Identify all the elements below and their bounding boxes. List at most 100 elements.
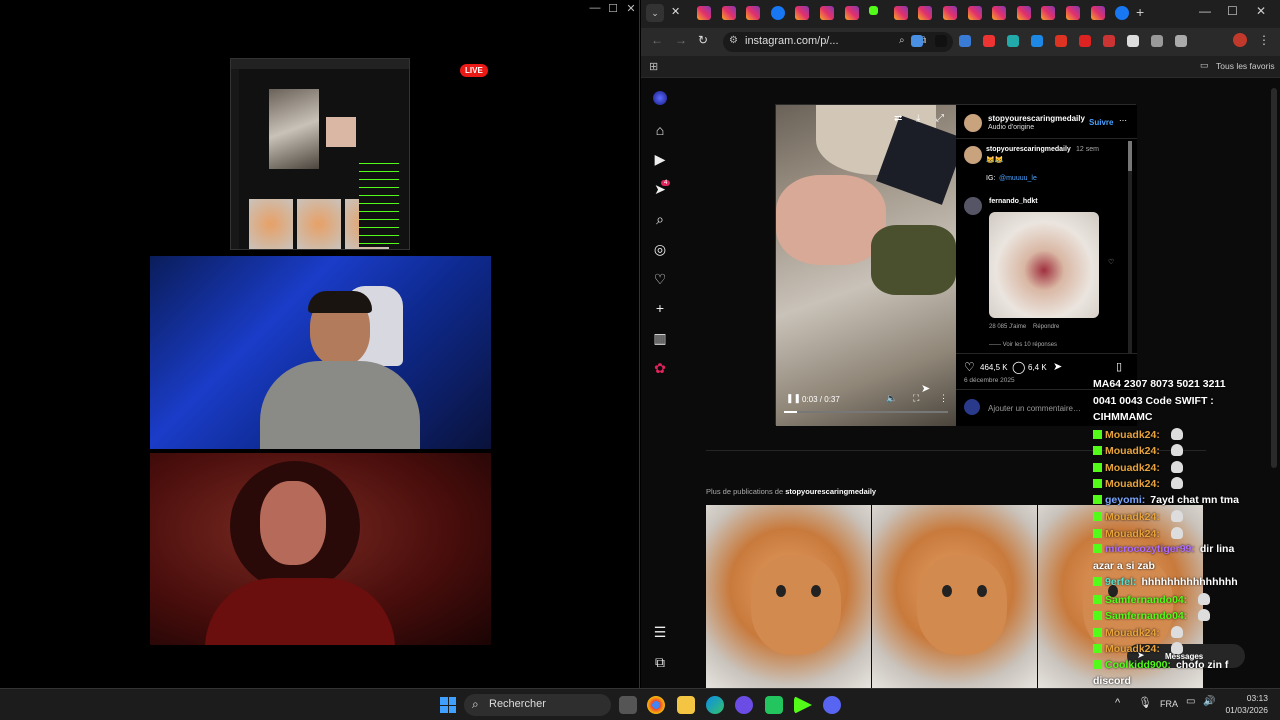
heart-icon[interactable]: ♡ [651, 270, 669, 288]
instagram-tab-icon[interactable] [795, 6, 810, 20]
edge-icon[interactable] [706, 696, 724, 714]
audio-label[interactable]: Audio d'origine [988, 124, 1034, 131]
instagram-tab-icon[interactable] [1016, 6, 1031, 20]
kick-icon[interactable] [794, 696, 812, 714]
ig-handle-link[interactable]: @muuuu_le [999, 175, 1037, 182]
avatar[interactable] [964, 146, 982, 164]
share-icon[interactable]: ➤ [1053, 360, 1062, 373]
instagram-tab-icon[interactable] [918, 6, 933, 20]
extension-icon[interactable] [935, 35, 947, 47]
app-icon[interactable] [765, 696, 783, 714]
open-external-icon[interactable]: ⤢ [936, 113, 944, 124]
all-bookmarks[interactable]: Tous les favoris [1216, 61, 1275, 71]
home-icon[interactable]: ⌂ [651, 121, 669, 139]
maximize-icon[interactable]: ☐ [1227, 4, 1238, 18]
instagram-tab-icon[interactable] [721, 6, 736, 20]
reels-icon[interactable]: ▶ [651, 150, 669, 168]
chat-username[interactable]: microcozytiger99: [1105, 543, 1195, 555]
extension-icon[interactable] [983, 35, 995, 47]
forward-icon[interactable]: → [675, 33, 687, 47]
post-username[interactable]: stopyourescaringmedaily [988, 114, 1085, 123]
post-thumbnail[interactable] [706, 505, 871, 688]
file-explorer-icon[interactable] [677, 696, 695, 714]
language-indicator[interactable]: FRA [1160, 699, 1178, 709]
instagram-tab-icon[interactable] [967, 6, 982, 20]
minimize-icon[interactable]: — [1199, 4, 1211, 18]
add-comment-input[interactable]: Ajouter un commentaire… [988, 404, 1081, 413]
view-replies[interactable]: —— Voir les 10 réponses [989, 342, 1057, 348]
kick-tab-icon[interactable] [869, 6, 879, 15]
video-menu-icon[interactable]: ⋮ [939, 393, 948, 404]
more-options-icon[interactable]: ⋯ [1119, 116, 1127, 125]
extension-icon[interactable] [1007, 35, 1019, 47]
close-icon[interactable]: ✕ [622, 2, 640, 15]
facebook-tab-icon[interactable] [1115, 6, 1130, 20]
comment-icon[interactable]: ◯ [1012, 360, 1025, 374]
start-icon[interactable] [440, 697, 456, 713]
reply-button[interactable]: Répondre [1033, 324, 1059, 330]
taskbar-search[interactable]: ⌕ Rechercher [464, 694, 611, 716]
extension-icon[interactable] [1175, 35, 1187, 47]
chat-username[interactable]: Mouadk24: [1105, 445, 1160, 457]
chat-username[interactable]: Mouadk24: [1105, 478, 1160, 490]
follow-button[interactable]: Suivre [1089, 118, 1113, 127]
meta-ai-icon[interactable]: ✿ [651, 359, 669, 377]
zoom-icon[interactable]: ⌕ [899, 35, 905, 46]
post-thumbnail[interactable] [872, 505, 1037, 688]
fullscreen-icon[interactable]: ⛶ [913, 393, 919, 404]
explore-icon[interactable]: ◎ [651, 240, 669, 258]
instagram-tab-icon[interactable] [746, 6, 761, 20]
likes-count[interactable]: 464,5 K [980, 363, 1008, 372]
post-video[interactable]: ⇄ ⤓ ⤢ ❚❚ 0:03 / 0:37 🔈 ⛶ ⋮ ➤ [776, 105, 956, 426]
volume-icon[interactable]: 🔈 [886, 393, 897, 404]
video-progress-track[interactable] [784, 411, 948, 413]
repeat-icon[interactable]: ⇄ [894, 113, 902, 124]
avatar[interactable] [1233, 33, 1247, 47]
instagram-tab-icon[interactable] [844, 6, 859, 20]
ig-logo-icon[interactable] [653, 91, 667, 105]
caption-username[interactable]: stopyourescaringmedaily [986, 146, 1071, 153]
avatar[interactable] [964, 114, 982, 132]
avatar[interactable] [964, 197, 982, 215]
chat-username[interactable]: Samfernando04: [1105, 610, 1187, 622]
clock-time[interactable]: 03:13 [1236, 693, 1268, 703]
mic-icon[interactable]: 🎙 [1138, 696, 1152, 709]
commenter-username[interactable]: fernando_hdkt [989, 198, 1038, 205]
pause-icon[interactable]: ❚❚ [786, 393, 801, 404]
chat-username[interactable]: 9erfel: [1105, 576, 1137, 588]
create-icon[interactable]: + [651, 299, 669, 317]
volume-icon[interactable]: 🔊 [1203, 696, 1215, 707]
instagram-tab-icon[interactable] [893, 6, 908, 20]
instagram-tab-icon[interactable] [1066, 6, 1080, 20]
more-menu-icon[interactable]: ☰ [651, 623, 669, 641]
extension-icon[interactable] [959, 35, 971, 47]
extension-icon[interactable] [1127, 35, 1139, 47]
back-icon[interactable]: ← [651, 33, 663, 47]
instagram-tab-icon[interactable] [820, 6, 834, 20]
chrome-icon[interactable] [647, 696, 665, 714]
tab-list-icon[interactable]: ⌄ [646, 4, 664, 22]
comment-like-icon[interactable]: ♡ [1108, 258, 1114, 266]
also-from-meta-icon[interactable]: ⧉ [651, 653, 669, 671]
chat-username[interactable]: Mouadk24: [1105, 643, 1160, 655]
chat-username[interactable]: Mouadk24: [1105, 462, 1160, 474]
task-view-icon[interactable] [619, 696, 637, 714]
dashboard-icon[interactable]: ▥ [651, 329, 669, 347]
chat-username[interactable]: Mouadk24: [1105, 429, 1160, 441]
comment-image[interactable] [989, 212, 1099, 318]
instagram-tab-icon[interactable] [1090, 6, 1105, 20]
extension-icon[interactable] [1055, 35, 1067, 47]
new-tab-button[interactable]: + [1136, 4, 1144, 20]
extension-icon[interactable] [1031, 35, 1043, 47]
network-icon[interactable]: ▭ [1186, 696, 1195, 707]
chat-username[interactable]: Coolkidd900: [1105, 659, 1171, 671]
chat-username[interactable]: geyomi: [1105, 494, 1145, 506]
scrollbar[interactable] [1128, 141, 1132, 353]
instagram-tab-icon[interactable] [992, 6, 1007, 20]
menu-icon[interactable]: ⋮ [1258, 33, 1270, 47]
search-icon[interactable]: ⌕ [651, 210, 669, 228]
extension-icon[interactable] [911, 35, 923, 47]
instagram-tab-icon[interactable] [943, 6, 957, 20]
chat-username[interactable]: Samfernando04: [1105, 594, 1187, 606]
reload-icon[interactable]: ↻ [698, 33, 708, 47]
